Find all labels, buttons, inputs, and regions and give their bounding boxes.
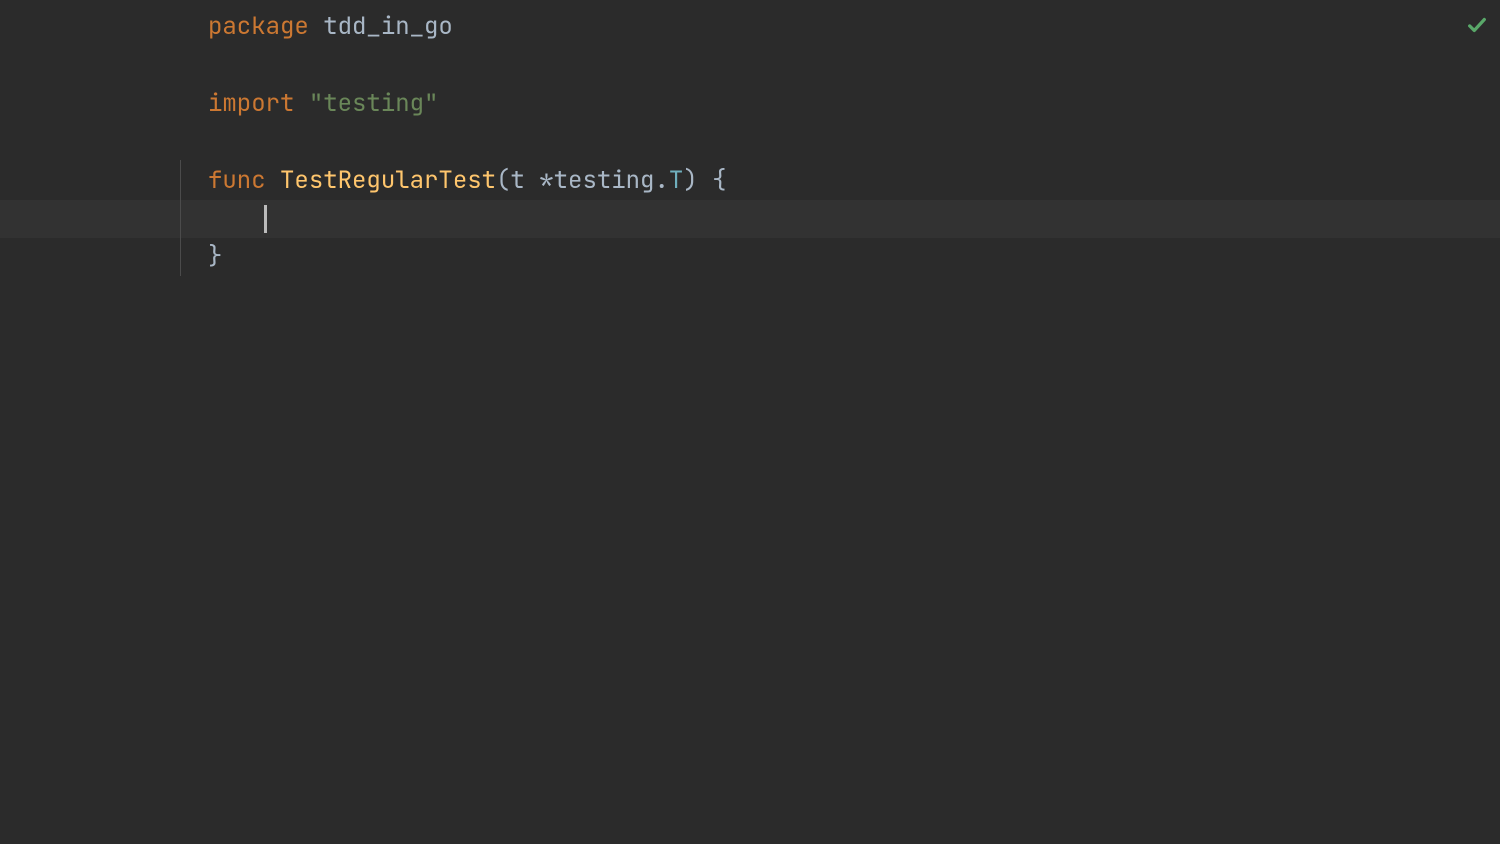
code-token [266,162,280,200]
code-token: ) [683,162,697,200]
code-token: . [654,162,668,200]
code-token [309,8,323,46]
code-line[interactable] [208,123,1500,161]
code-token: } [208,238,222,276]
analysis-status-icon[interactable] [1466,10,1488,32]
code-token: package [208,8,309,46]
code-line[interactable]: } [208,238,1500,276]
code-token: "testing" [309,85,439,123]
code-token: ( [496,162,510,200]
code-token [294,85,308,123]
code-token: TestRegularTest [280,162,496,200]
code-line[interactable] [208,46,1500,84]
code-token: { [698,162,727,200]
code-token: tdd_in_go [323,8,453,46]
text-cursor [264,205,267,233]
code-token: * [539,162,553,200]
code-line[interactable]: func TestRegularTest(t *testing.T) { [208,162,1500,200]
code-token: import [208,85,294,123]
code-token: func [208,162,266,200]
code-line[interactable]: package tdd_in_go [208,8,1500,46]
code-token: t [510,162,539,200]
code-token: testing [554,162,655,200]
code-line[interactable]: import "testing" [208,85,1500,123]
code-token: T [669,162,683,200]
code-editor[interactable]: package tdd_in_goimport "testing" func Te… [0,0,1500,844]
code-line[interactable] [208,200,1500,238]
